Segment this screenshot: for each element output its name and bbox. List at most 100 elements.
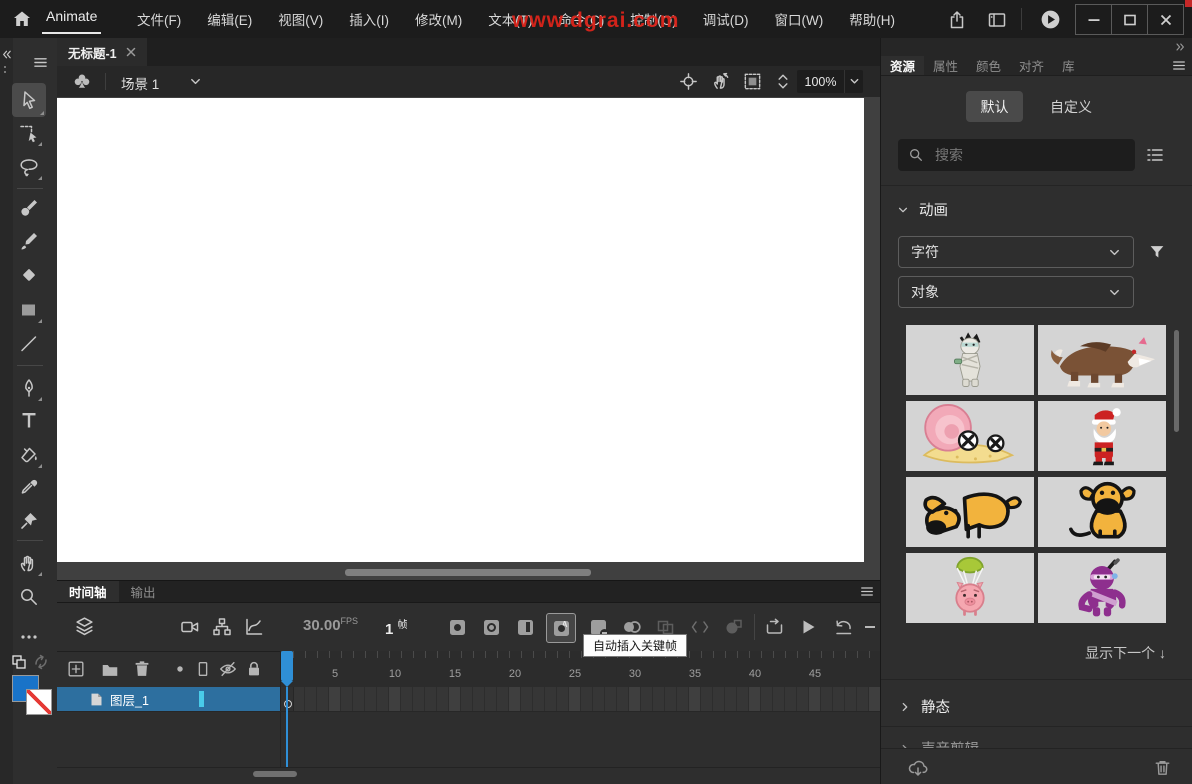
layer-frames-strip[interactable] <box>281 687 880 711</box>
insert-frame-button[interactable] <box>512 614 538 640</box>
close-button[interactable] <box>1147 4 1184 35</box>
tool-line[interactable] <box>14 329 44 359</box>
asset-item-dog-playing[interactable] <box>906 477 1034 547</box>
tool-pen[interactable] <box>14 373 44 403</box>
tool-zoom[interactable] <box>14 582 44 612</box>
timeline-ruler[interactable]: 5 10 15 20 25 30 35 40 45 <box>281 651 880 688</box>
camera-button[interactable] <box>179 616 201 638</box>
undo-button[interactable] <box>831 614 857 640</box>
share-button[interactable] <box>946 9 968 31</box>
tab-output[interactable]: 输出 <box>119 581 168 602</box>
tool-rectangle[interactable] <box>14 295 44 325</box>
panel-tab-assets[interactable]: 资源 <box>881 56 924 75</box>
frame-rate-value[interactable]: 30.00FPS <box>303 616 358 634</box>
delete-asset-button[interactable] <box>1152 757 1173 778</box>
tool-subselection[interactable] <box>14 118 44 148</box>
loop-playback-button[interactable] <box>761 614 787 640</box>
tool-eyedropper[interactable] <box>14 473 44 503</box>
view-options-button[interactable] <box>1145 145 1165 165</box>
zoom-stepper[interactable] <box>773 71 793 92</box>
panel-tab-properties[interactable]: 属性 <box>924 56 967 75</box>
auto-keyframe-toggle[interactable]: A <box>546 613 576 643</box>
object-filter-select[interactable]: 对象 <box>898 276 1134 308</box>
canvas-horizontal-scrollbar[interactable] <box>345 569 591 576</box>
document-tab[interactable]: 无标题-1 <box>57 38 147 66</box>
asset-item-werewolf[interactable] <box>1038 325 1166 395</box>
default-colors-button[interactable] <box>11 654 27 670</box>
tools-panel-menu-button[interactable] <box>33 56 48 69</box>
tool-fluid-brush[interactable] <box>14 193 44 223</box>
edit-multiple-frames-button[interactable] <box>687 614 713 640</box>
tool-lasso[interactable] <box>14 152 44 182</box>
zoom-level-select[interactable]: 100% <box>797 70 863 93</box>
section-static-header[interactable]: 静态 <box>899 696 950 717</box>
collapse-panel-right-button[interactable] <box>1174 41 1186 53</box>
asset-item-santa[interactable] <box>1038 401 1166 471</box>
tab-timeline[interactable]: 时间轴 <box>57 581 119 602</box>
filter-button[interactable] <box>1147 242 1167 262</box>
tool-hand[interactable] <box>14 548 44 578</box>
layer-parenting-button[interactable] <box>211 616 233 638</box>
lock-layers-toggle[interactable] <box>244 659 264 679</box>
asset-item-dog-sitting[interactable] <box>1038 477 1166 547</box>
tool-classic-brush[interactable] <box>14 226 44 256</box>
asset-item-ninja[interactable] <box>1038 553 1166 623</box>
search-input[interactable] <box>933 146 1125 164</box>
fill-color-swatch[interactable] <box>26 689 52 715</box>
clip-content-toggle[interactable] <box>742 71 763 92</box>
show-next-button[interactable]: 显示下一个 ↓ <box>1085 643 1166 663</box>
menu-item-insert[interactable]: 插入(I) <box>336 9 402 29</box>
playhead[interactable] <box>281 651 293 681</box>
minimize-button[interactable] <box>1075 4 1112 35</box>
close-tab-icon[interactable] <box>126 47 136 57</box>
menu-item-modify[interactable]: 修改(M) <box>402 9 475 29</box>
mode-custom-button[interactable]: 自定义 <box>1039 91 1103 122</box>
tool-eraser[interactable] <box>14 260 44 290</box>
panel-tab-align[interactable]: 对齐 <box>1010 56 1053 75</box>
menu-item-help[interactable]: 帮助(H) <box>836 9 908 29</box>
character-filter-select[interactable]: 字符 <box>898 236 1134 268</box>
new-folder-button[interactable] <box>100 660 120 680</box>
play-button[interactable] <box>795 614 821 640</box>
maximize-button[interactable] <box>1111 4 1148 35</box>
menu-item-view[interactable]: 视图(V) <box>265 9 336 29</box>
asset-item-mummy[interactable] <box>906 325 1034 395</box>
collapse-panel-button[interactable] <box>0 48 13 61</box>
timeline-horizontal-scrollbar[interactable] <box>253 771 297 777</box>
canvas-stage[interactable] <box>57 98 864 562</box>
panel-tab-library[interactable]: 库 <box>1053 56 1084 75</box>
test-movie-button[interactable] <box>1039 8 1062 31</box>
home-button[interactable] <box>11 8 33 30</box>
panel-menu-button[interactable] <box>1172 59 1186 72</box>
outline-view-toggle[interactable] <box>193 659 213 679</box>
graph-editor-button[interactable] <box>243 616 265 638</box>
section-animation-header[interactable]: 动画 <box>897 199 948 220</box>
menu-item-edit[interactable]: 编辑(E) <box>194 9 265 29</box>
hide-layers-toggle[interactable] <box>218 659 238 679</box>
sync-assets-button[interactable] <box>907 757 929 779</box>
insert-blank-keyframe-button[interactable] <box>478 614 504 640</box>
tool-paint-bucket[interactable] <box>14 440 44 470</box>
scene-dropdown-button[interactable] <box>189 75 202 88</box>
show-active-layer-toggle[interactable] <box>170 659 190 679</box>
modify-markers-button[interactable] <box>721 614 747 640</box>
mode-default-button[interactable]: 默认 <box>966 91 1023 122</box>
menu-item-debug[interactable]: 调试(D) <box>690 9 762 29</box>
rotate-stage-button[interactable] <box>710 71 731 92</box>
workspace-button[interactable] <box>986 9 1008 31</box>
edit-scene-button[interactable] <box>71 71 93 93</box>
pasteboard[interactable] <box>57 97 880 580</box>
delete-layer-button[interactable] <box>132 659 152 679</box>
asset-item-dead-snail[interactable] <box>906 401 1034 471</box>
timeline-menu-button[interactable] <box>860 585 874 598</box>
assets-scrollbar[interactable] <box>1174 330 1179 432</box>
tool-text[interactable] <box>14 405 44 435</box>
zoom-chevron-down-icon[interactable] <box>844 70 863 93</box>
asset-item-pig-parachute[interactable] <box>906 553 1034 623</box>
layer-row[interactable]: 图层_1 <box>57 687 281 711</box>
collapse-timeline-button[interactable] <box>865 626 875 628</box>
menu-item-file[interactable]: 文件(F) <box>124 9 194 29</box>
layers-view-button[interactable] <box>73 615 96 638</box>
swap-colors-button[interactable] <box>33 654 49 670</box>
tool-asset-warp[interactable] <box>14 506 44 536</box>
